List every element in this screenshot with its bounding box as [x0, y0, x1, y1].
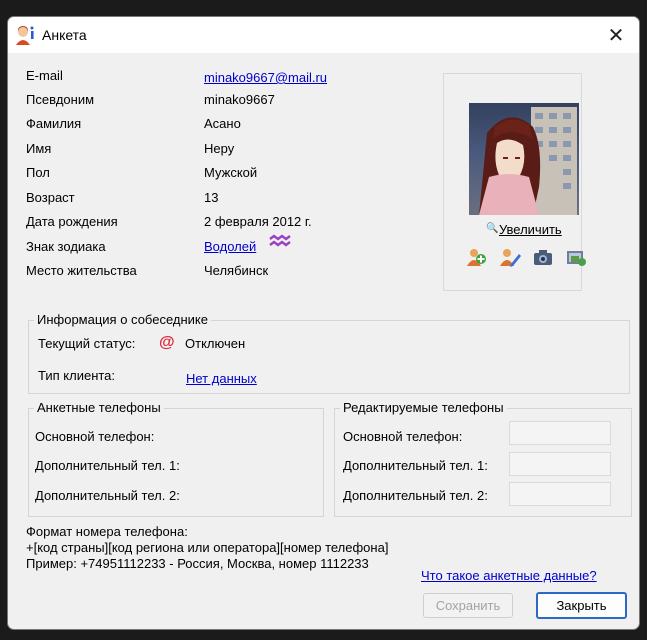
city-value: Челябинск: [204, 263, 269, 278]
photo-settings-icon[interactable]: [565, 246, 587, 268]
user-info-icon: [16, 26, 34, 45]
nickname-value: minako9667: [204, 92, 275, 107]
zoom-icon: 🔍: [486, 223, 499, 234]
email-label: E-mail: [26, 68, 63, 83]
main-phone-input[interactable]: [509, 421, 611, 445]
zodiac-link[interactable]: Водолей: [204, 239, 256, 254]
surname-label: Фамилия: [26, 116, 82, 131]
aquarius-icon: [269, 234, 291, 247]
surname-value: Асано: [204, 116, 241, 131]
nickname-label: Псевдоним: [26, 92, 95, 107]
extra-phone2-input[interactable]: [509, 482, 611, 506]
city-label: Место жительства: [26, 263, 137, 278]
editable-phones-title: Редактируемые телефоны: [340, 400, 507, 415]
window-title: Анкета: [42, 27, 87, 43]
profile-main-phone-label: Основной телефон:: [35, 429, 155, 444]
enlarge-photo-link[interactable]: Увеличить: [499, 222, 562, 237]
zodiac-label: Знак зодиака: [26, 239, 106, 254]
save-button[interactable]: Сохранить: [423, 593, 513, 618]
interlocutor-title: Информация о собеседнике: [34, 312, 211, 327]
gender-value: Мужской: [204, 165, 258, 180]
status-value: Отключен: [185, 336, 246, 351]
gender-label: Пол: [26, 165, 50, 180]
extra-phone1-input[interactable]: [509, 452, 611, 476]
profile-extra-phone2-label: Дополнительный тел. 2:: [35, 488, 180, 503]
profile-extra-phone1-label: Дополнительный тел. 1:: [35, 458, 180, 473]
format-note-title: Формат номера телефона:: [26, 524, 188, 539]
title-bar: Анкета ✕: [8, 17, 639, 53]
help-link[interactable]: Что такое анкетные данные?: [421, 568, 597, 583]
offline-status-icon: @: [159, 334, 175, 351]
birthdate-label: Дата рождения: [26, 214, 118, 229]
editable-phones-group: Редактируемые телефоны Основной телефон:…: [334, 400, 632, 517]
editable-extra-phone2-label: Дополнительный тел. 2:: [343, 488, 488, 503]
age-label: Возраст: [26, 190, 75, 205]
client-type-link[interactable]: Нет данных: [186, 371, 257, 386]
close-button[interactable]: Закрыть: [536, 592, 627, 619]
add-contact-icon[interactable]: [466, 246, 488, 268]
interlocutor-group: Информация о собеседнике Текущий статус:…: [28, 312, 630, 394]
avatar-photo[interactable]: [469, 103, 579, 215]
age-value: 13: [204, 190, 219, 205]
avatar-image: [479, 107, 577, 215]
camera-icon[interactable]: [532, 246, 554, 268]
client-type-label: Тип клиента:: [38, 368, 116, 383]
photo-panel: 🔍 Увеличить: [443, 73, 586, 291]
profile-phones-title: Анкетные телефоны: [34, 400, 164, 415]
profile-phones-group: Анкетные телефоны Основной телефон: Допо…: [28, 400, 324, 517]
profile-window: Анкета ✕ E-mail minako9667@mail.ru Псевд…: [7, 16, 640, 630]
edit-profile-icon[interactable]: [499, 246, 521, 268]
editable-main-phone-label: Основной телефон:: [343, 429, 463, 444]
close-icon: ✕: [607, 24, 625, 47]
format-note-pattern: +[код страны][код региона или оператора]…: [26, 540, 389, 555]
email-link[interactable]: minako9667@mail.ru: [204, 70, 327, 85]
format-note-example: Пример: +74951112233 - Россия, Москва, н…: [26, 556, 369, 571]
close-window-button[interactable]: ✕: [593, 17, 639, 53]
firstname-value: Нeру: [204, 141, 235, 156]
firstname-label: Имя: [26, 141, 52, 156]
status-label: Текущий статус:: [38, 336, 136, 351]
birthdate-value: 2 февраля 2012 г.: [204, 214, 312, 229]
editable-extra-phone1-label: Дополнительный тел. 1:: [343, 458, 488, 473]
